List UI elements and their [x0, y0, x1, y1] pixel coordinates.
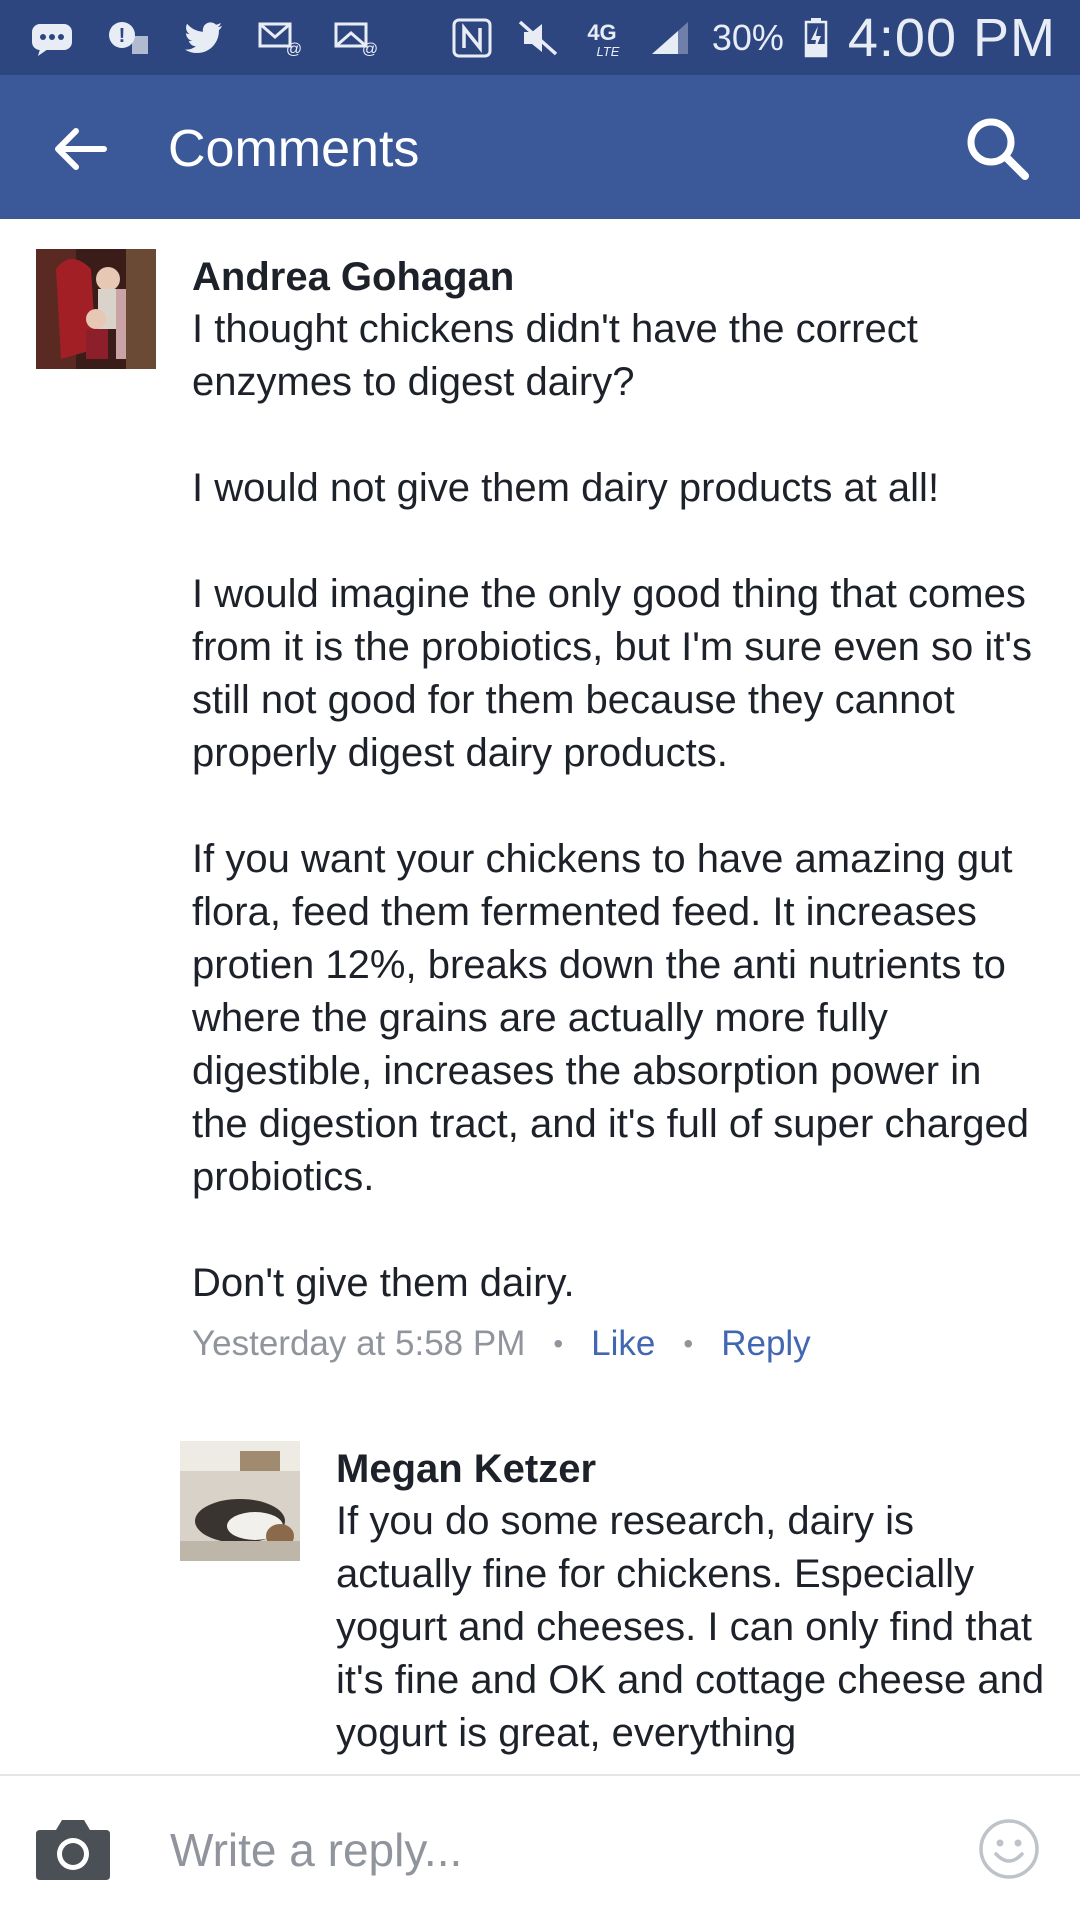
status-notification-icons: ! @ @: [28, 14, 380, 62]
comment-meta: Yesterday at 5:58 PM • Like • Reply: [192, 1324, 1042, 1364]
reply-button[interactable]: Reply: [721, 1324, 810, 1364]
emoji-icon: [979, 1819, 1039, 1879]
svg-text:!: !: [119, 25, 126, 47]
email-alt-icon: @: [332, 16, 380, 60]
search-button[interactable]: [962, 113, 1032, 183]
separator-dot: •: [683, 1328, 694, 1359]
mute-icon: [514, 16, 562, 60]
camera-button[interactable]: [34, 1816, 112, 1882]
svg-text:4G: 4G: [587, 20, 616, 45]
battery-percent: 30%: [711, 17, 784, 58]
reply-input[interactable]: [168, 1812, 952, 1888]
svg-text:LTE: LTE: [596, 44, 619, 58]
notification-icon: !: [104, 16, 152, 60]
app-bar: Comments: [0, 75, 1080, 219]
comment-author[interactable]: Andrea Gohagan: [192, 251, 1042, 303]
signal-icon: [646, 16, 694, 60]
page-title: Comments: [168, 120, 420, 178]
comment-author[interactable]: Megan Ketzer: [336, 1443, 1056, 1495]
separator-dot: •: [553, 1328, 564, 1359]
comment-text: If you do some research, dairy is actual…: [336, 1499, 1056, 1755]
comment-body: Andrea Gohagan I thought chickens didn't…: [192, 251, 1042, 1364]
comment-timestamp[interactable]: Yesterday at 5:58 PM: [192, 1324, 525, 1364]
status-bar: ! @ @ 4G LTE 30% 4:00 PM: [0, 0, 1080, 75]
network-4g-icon: 4G LTE: [580, 16, 628, 60]
avatar-image: [180, 1441, 300, 1561]
avatar-image: [36, 249, 156, 369]
clock: 4:00 PM: [847, 8, 1056, 68]
status-system-icons: 4G LTE 30% 4:00 PM: [448, 8, 1056, 68]
svg-text:@: @: [362, 41, 378, 58]
like-button[interactable]: Like: [591, 1324, 655, 1364]
battery-charging-icon: [802, 16, 830, 60]
arrow-left-icon: [55, 128, 107, 170]
comments-list[interactable]: Andrea Gohagan I thought chickens didn't…: [0, 219, 1080, 1774]
nfc-icon: [448, 16, 496, 60]
comment-text: I thought chickens didn't have the corre…: [192, 307, 1033, 1305]
back-button[interactable]: [48, 117, 112, 181]
comment-body: Megan Ketzer If you do some research, da…: [336, 1443, 1056, 1760]
messenger-icon: [28, 16, 76, 60]
avatar[interactable]: [36, 249, 156, 369]
svg-text:@: @: [286, 41, 302, 58]
email-icon: @: [256, 16, 304, 60]
camera-icon: [36, 1820, 110, 1880]
twitter-icon: [180, 16, 228, 60]
reply-composer: [0, 1774, 1080, 1922]
search-icon: [967, 118, 1029, 180]
avatar[interactable]: [180, 1441, 300, 1561]
emoji-button[interactable]: [978, 1818, 1040, 1880]
